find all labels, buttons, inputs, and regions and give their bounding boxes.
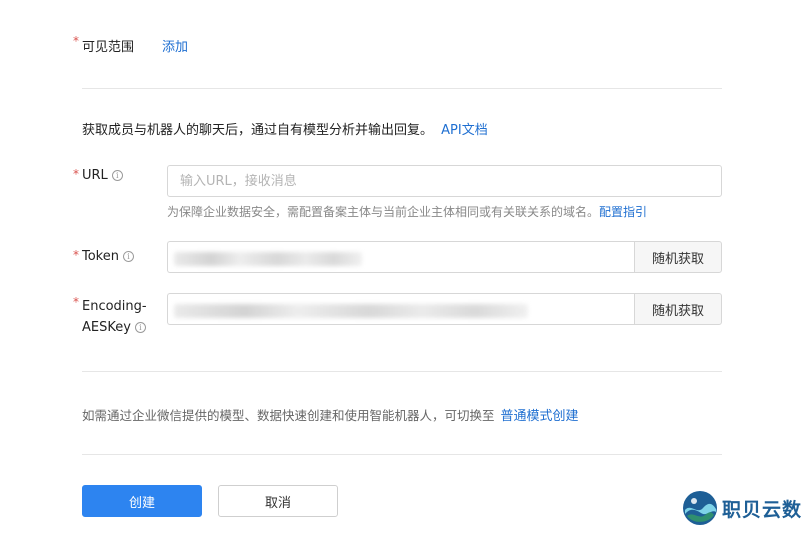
token-value-blurred xyxy=(174,252,362,266)
aeskey-label-line2: AESKey xyxy=(82,320,131,335)
url-input-wrapper xyxy=(167,165,722,197)
api-doc-link[interactable]: API文档 xyxy=(441,123,488,138)
api-intro: 获取成员与机器人的聊天后，通过自有模型分析并输出回复。 API文档 xyxy=(82,119,488,138)
watermark-logo-icon xyxy=(683,491,717,525)
watermark: 职贝云数 xyxy=(682,490,802,526)
required-mark: * xyxy=(73,34,79,48)
url-input[interactable] xyxy=(168,166,721,196)
token-random-button[interactable]: 随机获取 xyxy=(634,241,722,273)
info-icon[interactable]: i xyxy=(134,322,146,333)
cancel-button[interactable]: 取消 xyxy=(218,485,338,517)
add-visibility-link[interactable]: 添加 xyxy=(162,36,188,55)
info-icon[interactable]: i xyxy=(123,251,134,262)
api-intro-text: 获取成员与机器人的聊天后，通过自有模型分析并输出回复。 xyxy=(82,123,434,138)
aeskey-random-button[interactable]: 随机获取 xyxy=(634,293,722,325)
config-guide-link[interactable]: 配置指引 xyxy=(599,205,647,219)
switch-mode-row: 如需通过企业微信提供的模型、数据快速创建和使用智能机器人，可切换至 普通模式创建 xyxy=(82,405,579,424)
create-button[interactable]: 创建 xyxy=(82,485,202,517)
aeskey-label-line1: Encoding- xyxy=(82,299,147,314)
watermark-text: 职贝云数 xyxy=(722,498,803,521)
aeskey-input[interactable] xyxy=(167,293,635,325)
url-label-group: URL i xyxy=(82,168,123,183)
token-label: Token xyxy=(82,249,119,264)
normal-mode-link[interactable]: 普通模式创建 xyxy=(501,409,579,424)
divider xyxy=(82,454,722,455)
aeskey-value-blurred xyxy=(174,304,528,318)
info-icon[interactable]: i xyxy=(111,170,123,181)
required-mark: * xyxy=(73,167,79,181)
required-mark: * xyxy=(73,248,79,262)
url-hint-text: 为保障企业数据安全，需配置备案主体与当前企业主体相同或有关联关系的域名。 xyxy=(167,205,600,219)
aeskey-label-group: Encoding- AESKey i xyxy=(82,296,147,338)
url-hint: 为保障企业数据安全，需配置备案主体与当前企业主体相同或有关联关系的域名。配置指引 xyxy=(167,203,647,220)
switch-mode-text: 如需通过企业微信提供的模型、数据快速创建和使用智能机器人，可切换至 xyxy=(82,408,495,423)
divider xyxy=(82,88,722,89)
required-mark: * xyxy=(73,295,79,309)
divider xyxy=(82,371,722,372)
visibility-label: 可见范围 xyxy=(82,40,135,55)
token-input[interactable] xyxy=(167,241,635,273)
token-label-group: Token i xyxy=(82,249,134,264)
url-label: URL xyxy=(82,168,108,183)
